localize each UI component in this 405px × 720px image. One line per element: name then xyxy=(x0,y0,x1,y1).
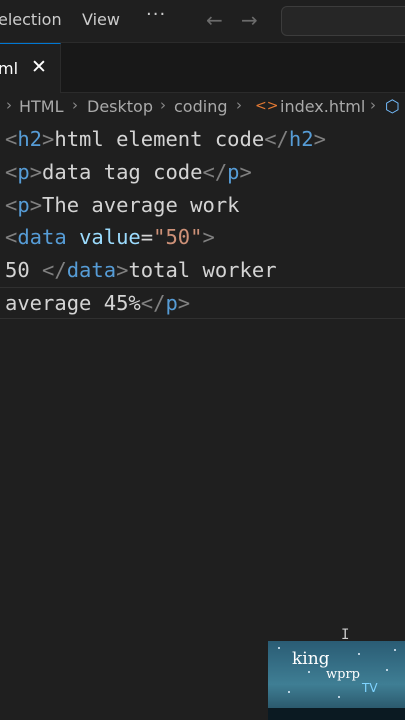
menu-view[interactable]: View xyxy=(82,10,120,29)
code-line-6[interactable]: average 45%</p> xyxy=(5,287,190,319)
code-line-3[interactable]: <p>The average work xyxy=(5,189,240,221)
tab-label: ml xyxy=(0,59,19,78)
code-token-tag-bracket: < xyxy=(5,160,18,184)
code-token-text: html element code xyxy=(54,127,265,151)
code-token-tag-name: p xyxy=(165,291,178,315)
code-token-tag-name: p xyxy=(17,160,30,184)
code-token-tag-bracket: > xyxy=(202,225,215,249)
breadcrumb: › HTML › Desktop › coding › <> index.htm… xyxy=(0,95,405,121)
chevron-right-icon: › xyxy=(160,96,166,114)
chevron-right-icon: › xyxy=(236,96,242,114)
code-token-tag-bracket: < xyxy=(5,225,18,249)
chevron-right-icon: › xyxy=(370,96,376,114)
code-token-tag-name: data xyxy=(17,225,67,249)
code-token-tag-bracket: </ xyxy=(202,160,228,184)
code-line-4[interactable]: <data value="50"> xyxy=(5,221,215,253)
code-token-attr-name: value xyxy=(79,225,141,249)
code-token-tag-name: data xyxy=(66,258,117,282)
code-token-tag-bracket: </ xyxy=(42,258,67,282)
breadcrumb-item-html[interactable]: HTML xyxy=(19,97,64,116)
logo-text-king: king xyxy=(292,649,330,669)
code-token-tag-bracket: > xyxy=(313,127,326,151)
code-token-tag-bracket: > xyxy=(116,258,129,282)
tab-bar: ml ✕ xyxy=(0,43,405,93)
code-line-2[interactable]: <p>data tag code</p> xyxy=(5,156,252,188)
code-token-tag-bracket: < xyxy=(5,193,18,217)
chevron-right-icon: › xyxy=(6,96,12,114)
code-line-5[interactable]: 50 </data>total worker xyxy=(5,254,277,286)
code-token-tag-bracket: </ xyxy=(140,291,166,315)
breadcrumb-item-desktop[interactable]: Desktop xyxy=(87,97,153,116)
code-token-tag-name: p xyxy=(17,193,30,217)
code-token-tag-bracket: > xyxy=(42,127,55,151)
code-token-attr-value: "50" xyxy=(153,225,203,249)
code-token-tag-bracket: > xyxy=(29,193,43,217)
close-icon[interactable]: ✕ xyxy=(31,56,47,78)
menu-selection[interactable]: election xyxy=(0,10,62,29)
code-token-tag-bracket: < xyxy=(5,127,18,151)
logo-text-tv: TV xyxy=(362,681,378,695)
code-token-tag-bracket: </ xyxy=(264,127,289,151)
arrow-left-icon[interactable]: ← xyxy=(206,8,223,32)
code-token-tag-bracket: > xyxy=(29,160,43,184)
logo-text-wprp: wprp xyxy=(326,667,360,682)
breadcrumb-item-index-html[interactable]: index.html xyxy=(280,97,365,116)
code-token-tag-name: h2 xyxy=(288,127,314,151)
code-token-text: The average work xyxy=(42,193,240,217)
code-token-text: average 45% xyxy=(5,291,141,315)
code-token-text: = xyxy=(140,225,154,249)
code-token-text: total worker xyxy=(128,258,277,282)
code-token-tag-bracket: > xyxy=(177,291,191,315)
code-token-tag-bracket: > xyxy=(239,160,252,184)
title-bar: election View ··· ← → xyxy=(0,0,405,43)
breadcrumb-item-coding[interactable]: coding xyxy=(174,97,227,116)
code-token-text: data tag code xyxy=(42,160,203,184)
channel-logo: king wprp TV xyxy=(268,641,405,720)
tab-index-html[interactable]: ml ✕ xyxy=(0,43,61,93)
code-line-1[interactable]: <h2>html element code</h2> xyxy=(5,123,326,155)
logo-treeline xyxy=(268,708,405,720)
code-token-text: 50 xyxy=(5,258,43,282)
code-token-tag-name: p xyxy=(227,160,240,184)
arrow-right-icon[interactable]: → xyxy=(241,8,258,32)
chevron-right-icon: › xyxy=(72,96,78,114)
command-center-search[interactable] xyxy=(281,6,405,36)
more-menu-icon[interactable]: ··· xyxy=(146,4,166,25)
code-token-tag-name: h2 xyxy=(17,127,43,151)
symbol-icon[interactable]: ⬡ xyxy=(385,97,400,117)
html-file-icon: <> xyxy=(255,98,279,114)
